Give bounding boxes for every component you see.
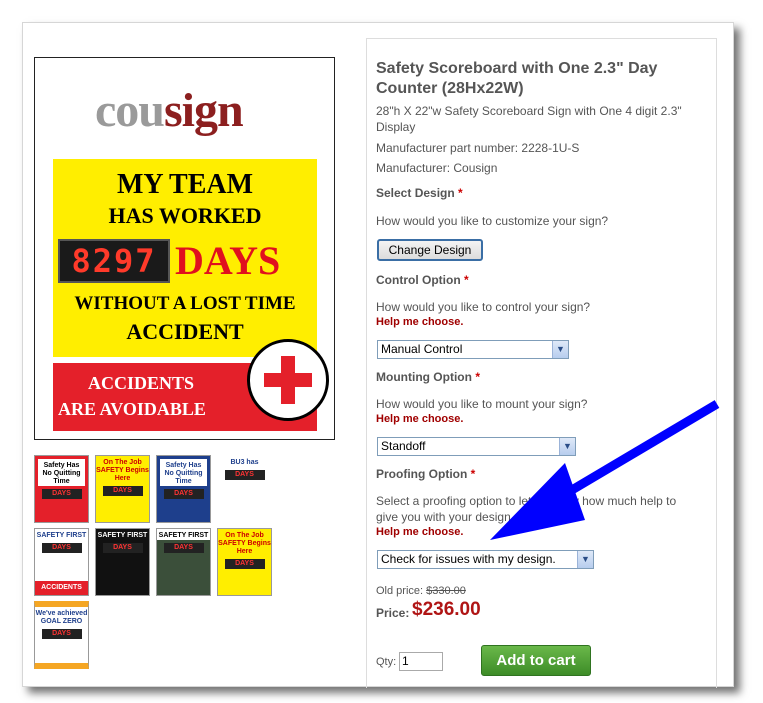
red-cross-icon [247,339,329,421]
design-thumbnail[interactable]: Safety Has No Quitting Time DAYS [34,455,89,523]
price-label: Price: [376,606,410,620]
sign-red-line-2: ARE AVOIDABLE [58,399,206,419]
sign-line-2: HAS WORKED [108,203,262,228]
design-thumbnail[interactable]: On The Job SAFETY Begins Here DAYS [95,455,150,523]
control-option-question: How would you like to control your sign? [376,300,591,314]
quantity-input[interactable]: 1 [399,652,443,671]
select-design-question: How would you like to customize your sig… [376,214,609,228]
sign-yellow-panel: MY TEAM HAS WORKED 8297 DAYS WITHOUT A L… [53,159,317,357]
quantity-label: Qty: [376,656,397,668]
design-thumbnail[interactable]: BU3 has DAYS [217,455,272,523]
sign-days-label: DAYS [175,238,281,283]
mounting-help-link[interactable]: Help me choose. [376,413,463,425]
proofing-option-label: Proofing Option * [376,467,476,481]
proofing-help-link[interactable]: Help me choose. [376,526,463,538]
chevron-down-icon: ▼ [559,438,575,455]
control-option-select[interactable]: Manual Control ▼ [377,340,569,359]
mounting-option-question: How would you like to mount your sign? [376,397,588,411]
sign-red-line-1: ACCIDENTS [88,373,195,393]
part-number: Manufacturer part number: 2228-1U-S [376,141,580,155]
cousign-logo: cousign [95,84,244,137]
manufacturer: Manufacturer: Cousign [376,161,498,175]
proofing-option-question-2: give you with your design. [376,510,515,524]
design-thumbnail[interactable]: We've achieved GOAL ZERO DAYS [34,601,89,669]
proofing-option-question-1: Select a proofing option to let us know … [376,494,677,508]
control-help-link[interactable]: Help me choose. [376,316,463,328]
mounting-option-label: Mounting Option * [376,370,480,384]
day-counter-display: 8297 [58,239,170,283]
design-thumbnail[interactable]: SAFETY FIRST DAYS [95,528,150,596]
sign-line-3: WITHOUT A LOST TIME [74,293,296,314]
price-value: $236.00 [412,599,481,620]
change-design-button[interactable]: Change Design [377,239,483,261]
add-to-cart-button[interactable]: Add to cart [481,645,591,676]
sign-line-1: MY TEAM [116,169,254,200]
product-title: Safety Scoreboard with One 2.3" Day Coun… [376,60,658,97]
design-thumbnail[interactable]: On The Job SAFETY Begins Here DAYS [217,528,272,596]
chevron-down-icon: ▼ [552,341,568,358]
control-option-label: Control Option * [376,273,469,287]
product-main-image[interactable]: cousign MY TEAM HAS WORKED 8297 DAYS WIT… [34,57,335,440]
old-price: Old price: $330.00 [376,585,466,597]
design-thumbnail[interactable]: SAFETY FIRST DAYS [156,528,211,596]
product-description: 28"h X 22"w Safety Scoreboard Sign with … [376,104,682,134]
design-thumbnail[interactable]: SAFETY FIRSTDAYSACCIDENTS ARE AVOIDABLE [34,528,89,596]
design-thumbnail[interactable]: Safety Has No Quitting Time DAYS [156,455,211,523]
mounting-option-select[interactable]: Standoff ▼ [377,437,576,456]
chevron-down-icon: ▼ [577,551,593,568]
proofing-option-select[interactable]: Check for issues with my design. ▼ [377,550,594,569]
select-design-label: Select Design * [376,186,463,200]
